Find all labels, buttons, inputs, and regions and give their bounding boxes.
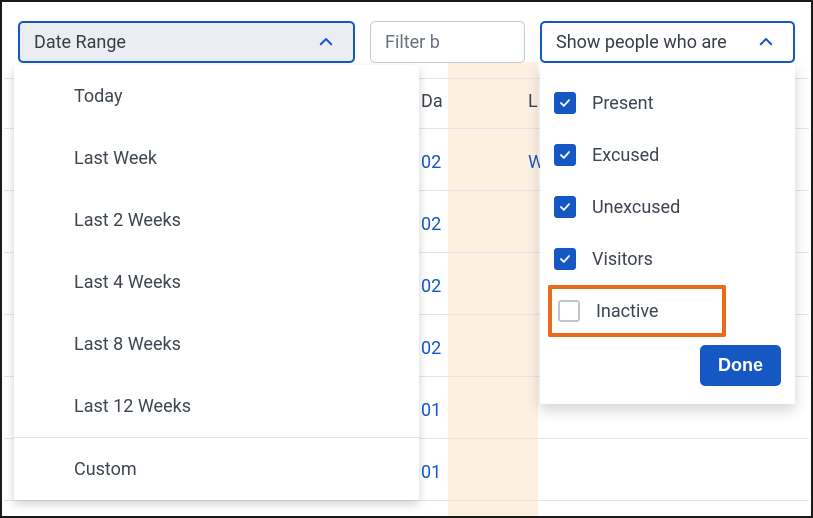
column-header-last: L (528, 91, 538, 112)
date-range-option-last-8-weeks[interactable]: Last 8 Weeks (14, 313, 419, 375)
checkbox-checked-icon (554, 248, 576, 270)
date-range-option-last-2-weeks[interactable]: Last 2 Weeks (14, 189, 419, 251)
show-people-option-inactive[interactable]: Inactive (558, 300, 658, 322)
checkbox-checked-icon (554, 92, 576, 114)
option-label: Inactive (596, 301, 658, 322)
date-range-option-custom[interactable]: Custom (14, 438, 419, 500)
done-button[interactable]: Done (700, 345, 781, 386)
show-people-option-visitors[interactable]: Visitors (554, 233, 781, 285)
table-cell-date[interactable]: 01 (421, 462, 441, 483)
show-people-dropdown[interactable]: Show people who are (540, 21, 795, 63)
date-range-option-last-week[interactable]: Last Week (14, 127, 419, 189)
chevron-up-icon (313, 29, 339, 55)
show-people-option-excused[interactable]: Excused (554, 129, 781, 181)
show-people-label: Show people who are (556, 32, 727, 53)
date-range-label: Date Range (34, 32, 126, 53)
option-label: Excused (592, 145, 659, 166)
date-range-option-last-4-weeks[interactable]: Last 4 Weeks (14, 251, 419, 313)
checkbox-checked-icon (554, 196, 576, 218)
option-label: Unexcused (592, 197, 680, 218)
table-cell-date[interactable]: 02 (421, 276, 441, 297)
filter-input[interactable]: Filter b (370, 21, 525, 63)
show-people-menu: Present Excused Unexcused Visitors Inact… (540, 63, 795, 404)
date-range-dropdown[interactable]: Date Range (18, 21, 355, 63)
table-cell-date[interactable]: 02 (421, 214, 441, 235)
date-range-menu: Today Last Week Last 2 Weeks Last 4 Week… (14, 65, 419, 500)
chevron-up-icon (753, 29, 779, 55)
date-range-option-last-12-weeks[interactable]: Last 12 Weeks (14, 375, 419, 437)
table-cell-date[interactable]: 02 (421, 338, 441, 359)
highlight-box: Inactive (548, 285, 726, 337)
show-people-option-present[interactable]: Present (554, 77, 781, 129)
checkbox-unchecked-icon (558, 300, 580, 322)
filter-placeholder: Filter b (385, 32, 440, 53)
date-range-option-today[interactable]: Today (14, 65, 419, 127)
option-label: Visitors (592, 249, 653, 270)
table-cell-date[interactable]: 02 (421, 152, 441, 173)
option-label: Present (592, 93, 654, 114)
table-cell-date[interactable]: 01 (421, 400, 441, 421)
column-header-date: Da (421, 91, 443, 112)
show-people-option-unexcused[interactable]: Unexcused (554, 181, 781, 233)
checkbox-checked-icon (554, 144, 576, 166)
